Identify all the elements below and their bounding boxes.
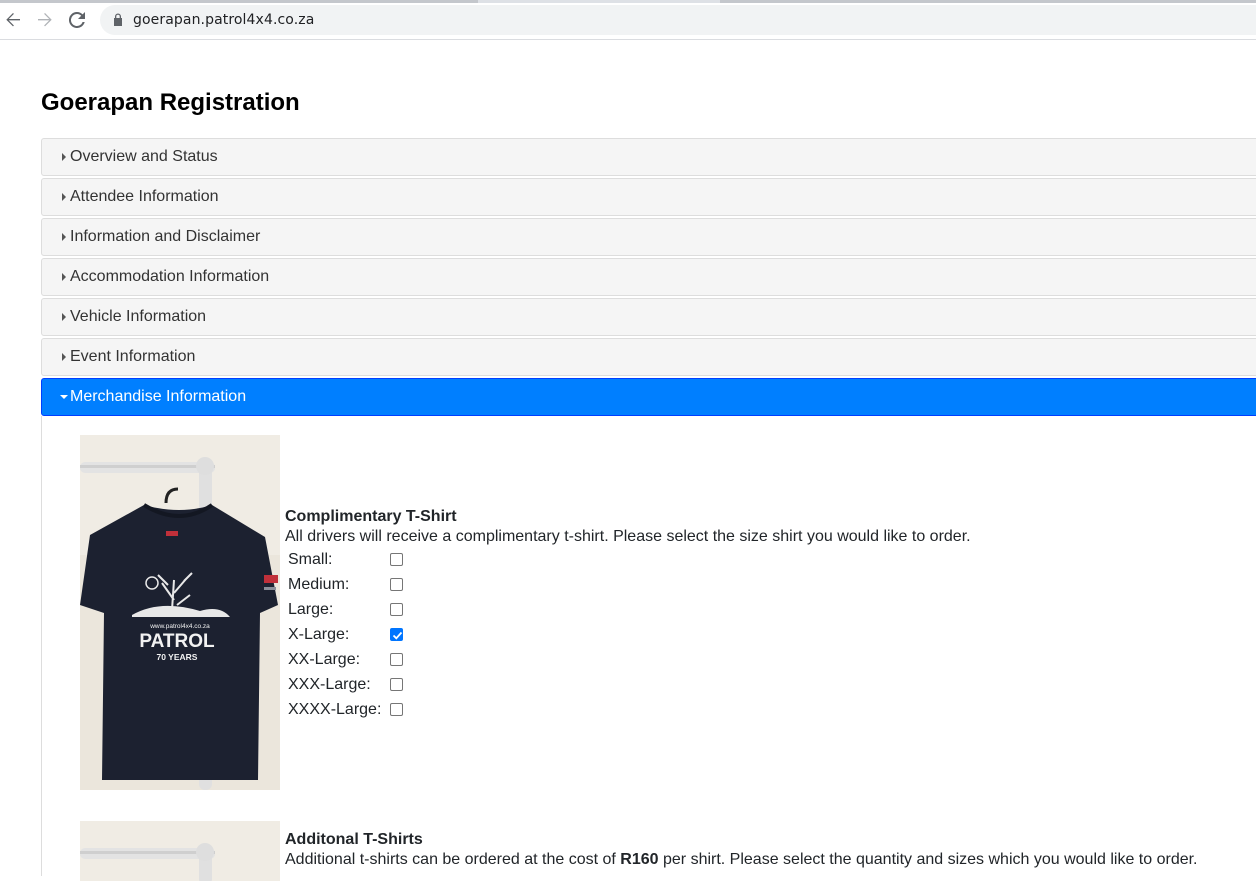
tab-strip xyxy=(0,0,1256,3)
page-title: Goerapan Registration xyxy=(41,89,300,116)
accordion-header-accommodation[interactable]: Accommodation Information xyxy=(41,258,1256,296)
size-row-xxxxlarge: XXXX-Large: xyxy=(288,697,403,722)
browser-toolbar: goerapan.patrol4x4.co.za xyxy=(0,0,1256,40)
accordion-label: Information and Disclaimer xyxy=(70,228,261,245)
checkmark-icon xyxy=(392,631,403,640)
size-row-xxlarge: XX-Large: xyxy=(288,647,403,672)
size-label: Small: xyxy=(288,550,333,568)
size-label: XXXX-Large: xyxy=(288,700,382,718)
complimentary-tshirt-image: www.patrol4x4.co.za PATROL 70 YEARS xyxy=(80,435,280,790)
back-arrow-icon[interactable] xyxy=(1,8,25,32)
additional-tshirts-description: Additional t-shirts can be ordered at th… xyxy=(285,851,1198,869)
size-xxxxlarge-checkbox[interactable] xyxy=(390,703,403,716)
accordion-header-attendee[interactable]: Attendee Information xyxy=(41,178,1256,216)
size-xlarge-checkbox[interactable] xyxy=(390,628,403,641)
accordion-header-overview[interactable]: Overview and Status xyxy=(41,138,1256,176)
description-text: Additional t-shirts can be ordered at th… xyxy=(285,851,621,868)
caret-down-icon xyxy=(58,395,70,399)
reload-icon[interactable] xyxy=(65,8,89,32)
size-large-checkbox[interactable] xyxy=(390,603,403,616)
url-text[interactable]: goerapan.patrol4x4.co.za xyxy=(133,12,314,28)
caret-right-icon xyxy=(58,153,70,161)
accordion-label: Merchandise Information xyxy=(70,388,247,405)
complimentary-tshirt-description: All drivers will receive a complimentary… xyxy=(285,528,971,545)
size-xxlarge-checkbox[interactable] xyxy=(390,653,403,666)
caret-right-icon xyxy=(58,273,70,281)
size-row-medium: Medium: xyxy=(288,572,403,597)
size-row-small: Small: xyxy=(288,547,403,572)
size-row-xxxlarge: XXX-Large: xyxy=(288,672,403,697)
size-label: Large: xyxy=(288,600,334,618)
accordion-label: Accommodation Information xyxy=(70,268,270,285)
accordion-label: Overview and Status xyxy=(70,148,218,165)
address-bar[interactable]: goerapan.patrol4x4.co.za xyxy=(100,5,1256,35)
caret-right-icon xyxy=(58,193,70,201)
additional-tshirts-title: Additonal T-Shirts xyxy=(285,831,423,848)
accordion-label: Event Information xyxy=(70,348,196,365)
merchandise-panel: www.patrol4x4.co.za PATROL 70 YEARS Comp… xyxy=(41,416,1256,881)
size-label: XXX-Large: xyxy=(288,675,371,693)
caret-right-icon xyxy=(58,233,70,241)
size-xxxlarge-checkbox[interactable] xyxy=(390,678,403,691)
accordion-label: Vehicle Information xyxy=(70,308,207,325)
lock-icon xyxy=(113,13,123,31)
accordion-label: Attendee Information xyxy=(70,188,219,205)
shirt-url-text: www.patrol4x4.co.za xyxy=(149,623,210,630)
forward-arrow-icon[interactable] xyxy=(33,8,57,32)
size-row-large: Large: xyxy=(288,597,403,622)
size-small-checkbox[interactable] xyxy=(390,553,403,566)
accordion-header-merchandise[interactable]: Merchandise Information xyxy=(41,378,1256,416)
size-label: X-Large: xyxy=(288,625,350,643)
size-label: XX-Large: xyxy=(288,650,361,668)
size-medium-checkbox[interactable] xyxy=(390,578,403,591)
shirt-brand-text: PATROL xyxy=(139,631,215,652)
price-text: R160 xyxy=(620,851,659,868)
registration-accordion: Overview and Status Attendee Information… xyxy=(41,138,1256,418)
size-label: Medium: xyxy=(288,575,350,593)
shirt-years-text: 70 YEARS xyxy=(157,652,198,662)
additional-tshirt-image xyxy=(80,821,280,881)
caret-right-icon xyxy=(58,313,70,321)
accordion-header-disclaimer[interactable]: Information and Disclaimer xyxy=(41,218,1256,256)
description-text: per shirt. Please select the quantity an… xyxy=(658,851,1198,868)
caret-right-icon xyxy=(58,353,70,361)
size-row-xlarge: X-Large: xyxy=(288,622,403,647)
accordion-header-event[interactable]: Event Information xyxy=(41,338,1256,376)
complimentary-tshirt-title: Complimentary T-Shirt xyxy=(285,508,457,525)
accordion-header-vehicle[interactable]: Vehicle Information xyxy=(41,298,1256,336)
